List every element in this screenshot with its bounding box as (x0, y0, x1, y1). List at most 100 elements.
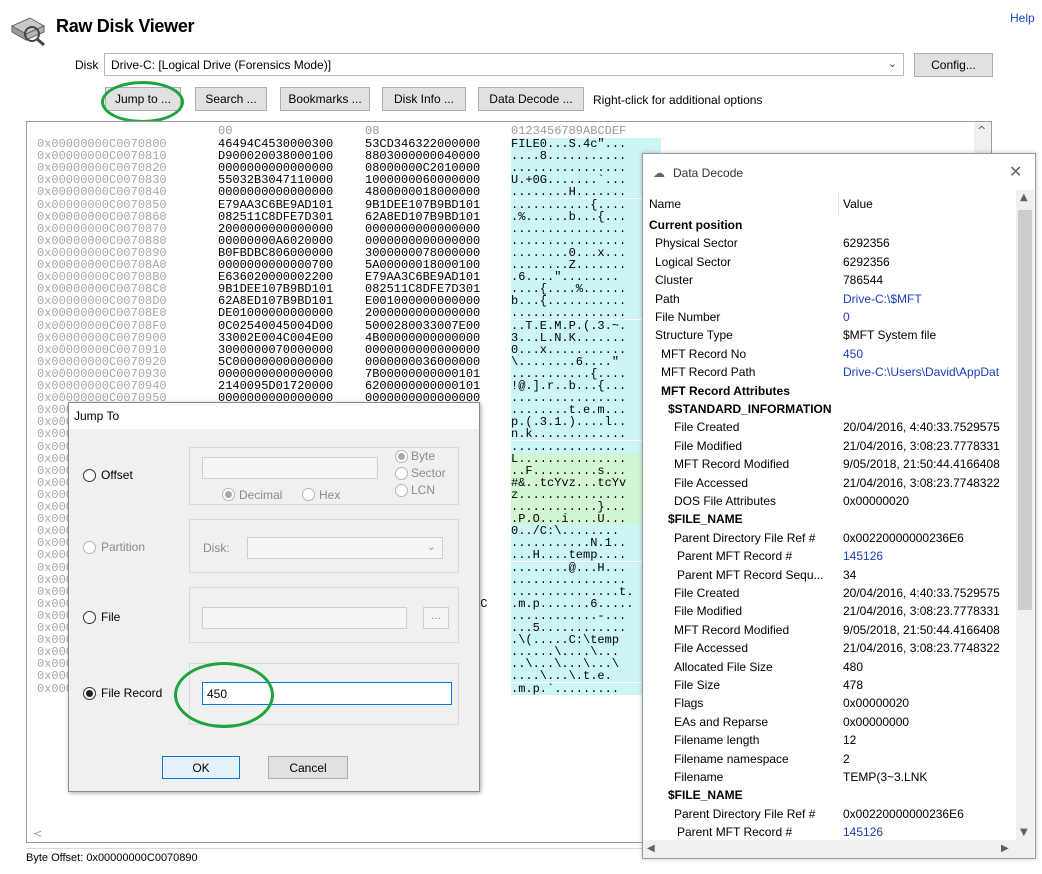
decode-row-name: MFT Record No (661, 346, 747, 361)
hex-bytes-group1: 0C02540045004D00 (218, 318, 334, 333)
decode-row[interactable]: File Created 20/04/2016, 4:40:33.7529575 (643, 418, 1015, 436)
offset-label: Offset (101, 468, 133, 482)
disk-select[interactable]: Drive-C: [Logical Drive (Forensics Mode)… (104, 53, 904, 76)
decode-row-value[interactable]: 0 (843, 310, 1015, 324)
scroll-left-icon[interactable]: < (33, 827, 42, 840)
ok-button[interactable]: OK (162, 756, 240, 779)
dialog-titlebar: Jump To (69, 403, 479, 429)
decode-row-name: Flags (674, 696, 704, 711)
sector-radio[interactable] (395, 467, 408, 480)
file-record-input[interactable]: 450 (202, 682, 452, 705)
hex-bytes-group1: 3000000070000000 (218, 342, 334, 357)
decode-row[interactable]: Filename namespace 2 (643, 750, 1015, 768)
decode-row-name: $FILE_NAME (668, 512, 743, 527)
file-path-input[interactable] (202, 607, 407, 629)
decode-row[interactable]: Current position (643, 216, 1015, 234)
decode-row[interactable]: File Size 478 (643, 676, 1015, 694)
decode-row[interactable]: MFT Record No 450 (643, 345, 1015, 363)
scroll-left-icon[interactable]: ◀ (647, 843, 655, 854)
help-link[interactable]: Help (1010, 11, 1035, 25)
decode-row[interactable]: MFT Record Path Drive-C:\Users\David\AppD… (643, 363, 1015, 381)
decode-row-value: 21/04/2016, 3:08:23.7778331 (843, 438, 1000, 453)
cancel-button[interactable]: Cancel (268, 756, 348, 779)
hex-row[interactable]: 0x00000000C0070800 46494C4530000300 53CD34… (27, 138, 991, 150)
chevron-down-icon: ⌄ (426, 541, 436, 553)
close-icon[interactable]: ✕ (1009, 162, 1022, 181)
decode-row[interactable]: Parent MFT Record # 145126 (643, 823, 1015, 841)
column-name-header[interactable]: Name (649, 197, 681, 211)
decode-row[interactable]: Parent Directory File Ref # 0x00220000000… (643, 805, 1015, 823)
decode-row-value[interactable]: Drive-C:\$MFT (843, 292, 1015, 306)
decode-row[interactable]: EAs and Reparse 0x00000000 (643, 713, 1015, 731)
hex-label: Hex (319, 488, 341, 502)
scroll-down-icon[interactable]: ▼ (1020, 827, 1028, 838)
search-button[interactable]: Search ... (195, 87, 267, 111)
scroll-up-icon[interactable]: ^ (977, 124, 986, 137)
decode-row[interactable]: Path Drive-C:\$MFT (643, 290, 1015, 308)
decode-row-value: 21/04/2016, 3:08:23.7778331 (843, 604, 1000, 619)
browse-button[interactable]: ... (423, 607, 449, 629)
decode-row[interactable]: $FILE_NAME (643, 510, 1015, 528)
decode-row[interactable]: File Created 20/04/2016, 4:40:33.7529575 (643, 584, 1015, 602)
decode-row[interactable]: Parent Directory File Ref # 0x00220000000… (643, 529, 1015, 547)
decode-horizontal-scrollbar[interactable]: ◀ ▶ (643, 840, 1034, 858)
decode-row[interactable]: File Modified 21/04/2016, 3:08:23.7778331 (643, 437, 1015, 455)
column-divider[interactable] (838, 194, 839, 214)
disk-info-button[interactable]: Disk Info ... (382, 87, 466, 111)
decode-row[interactable]: Physical Sector 6292356 (643, 234, 1015, 252)
decode-row[interactable]: File Accessed 21/04/2016, 3:08:23.7748322 (643, 474, 1015, 492)
decode-row-value: TEMP(3~3.LNK (843, 770, 928, 784)
lcn-radio[interactable] (395, 484, 408, 497)
hex-address: 0x00000000C0070860 (37, 209, 167, 224)
decode-row-value: 6292356 (843, 254, 890, 269)
scroll-up-icon[interactable]: ▲ (1020, 192, 1028, 203)
decode-row[interactable]: File Number 0 (643, 308, 1015, 326)
decode-vertical-scrollbar[interactable]: ▲ ▼ (1016, 190, 1034, 840)
decode-row[interactable]: Parent MFT Record # 145126 (643, 547, 1015, 565)
decode-row[interactable]: Filename TEMP(3~3.LNK (643, 768, 1015, 786)
decode-row-name: File Modified (674, 438, 743, 453)
decode-row[interactable]: $FILE_NAME (643, 786, 1015, 804)
decode-row[interactable]: DOS File Attributes 0x00000020 (643, 492, 1015, 510)
decode-row[interactable]: File Accessed 21/04/2016, 3:08:23.7748322 (643, 639, 1015, 657)
decode-row-value[interactable]: 450 (843, 347, 1015, 361)
decode-row[interactable]: Filename length 12 (643, 731, 1015, 749)
decode-row[interactable]: Cluster 786544 (643, 271, 1015, 289)
offset-input[interactable] (202, 457, 378, 479)
hex-ascii: .m.p.`......... (511, 682, 661, 695)
data-decode-titlebar: ☁ Data Decode ✕ (643, 154, 1035, 190)
file-record-radio[interactable] (83, 687, 96, 700)
decode-row-value: 9/05/2018, 21:50:44.4166408 (843, 622, 1000, 637)
decode-scroll-thumb[interactable] (1018, 210, 1032, 610)
file-radio[interactable] (83, 611, 96, 624)
jump-to-button[interactable]: Jump to ... (105, 87, 181, 111)
column-value-header[interactable]: Value (843, 197, 873, 211)
decode-row[interactable]: Flags 0x00000020 (643, 694, 1015, 712)
decode-row[interactable]: Parent MFT Record Sequ... 34 (643, 566, 1015, 584)
decode-row[interactable]: Structure Type $MFT System file (643, 326, 1015, 344)
partition-disk-select[interactable]: ⌄ (247, 537, 443, 559)
config-button[interactable]: Config... (914, 53, 993, 77)
decode-row[interactable]: Logical Sector 6292356 (643, 253, 1015, 271)
offset-radio[interactable] (83, 469, 96, 482)
byte-radio[interactable] (395, 450, 408, 463)
decode-row[interactable]: MFT Record Modified 9/05/2018, 21:50:44.4… (643, 455, 1015, 473)
partition-radio[interactable] (83, 541, 96, 554)
decimal-radio[interactable] (222, 488, 235, 501)
decode-row-value[interactable]: Drive-C:\Users\David\AppDat (843, 365, 1015, 379)
decode-row[interactable]: $STANDARD_INFORMATION (643, 400, 1015, 418)
hex-radio[interactable] (302, 488, 315, 501)
decode-row-value[interactable]: 145126 (843, 549, 1015, 563)
scroll-right-icon[interactable]: ▶ (1001, 843, 1009, 854)
bookmarks-button[interactable]: Bookmarks ... (280, 87, 370, 111)
hex-bytes-group2: 2000000000000000 (365, 306, 481, 321)
decode-row[interactable]: MFT Record Modified 9/05/2018, 21:50:44.4… (643, 621, 1015, 639)
data-decode-button[interactable]: Data Decode ... (478, 87, 584, 111)
decode-row-name: File Created (674, 586, 740, 600)
decode-row[interactable]: File Modified 21/04/2016, 3:08:23.7778331 (643, 602, 1015, 620)
decode-row-name: Parent Directory File Ref # (674, 530, 816, 545)
decode-row[interactable]: Allocated File Size 480 (643, 658, 1015, 676)
decode-row[interactable]: MFT Record Attributes (643, 382, 1015, 400)
hex-address: 0x00000000C0070900 (37, 330, 167, 345)
decode-row-value[interactable]: 145126 (843, 825, 1015, 839)
